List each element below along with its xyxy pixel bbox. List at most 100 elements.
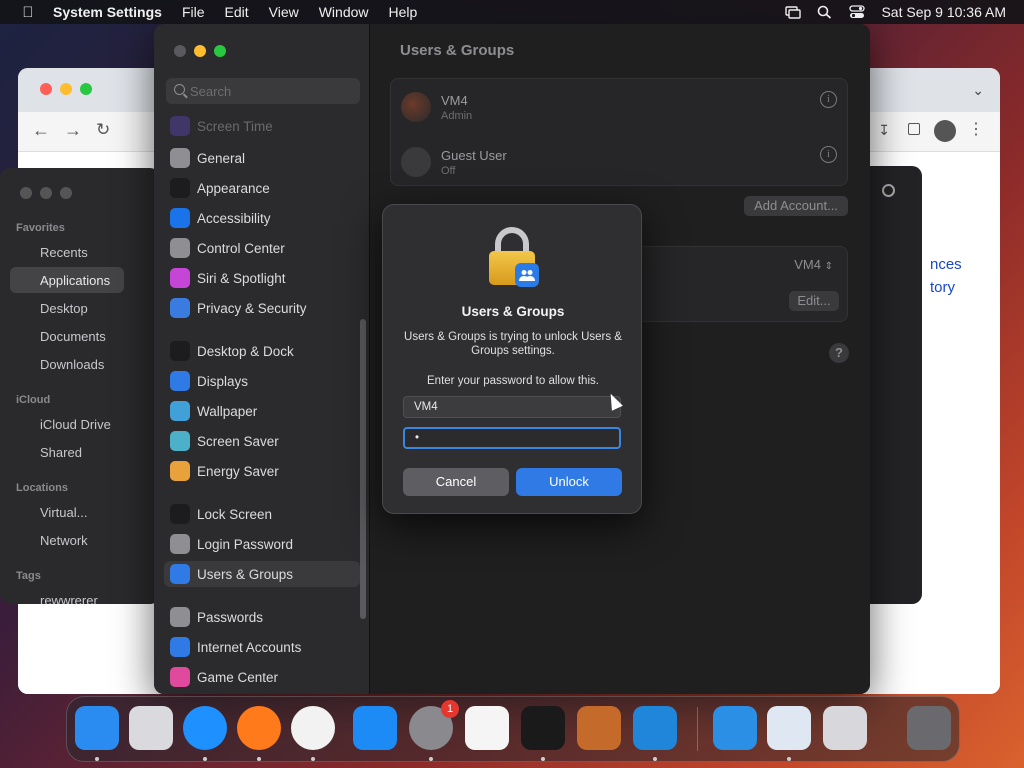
finder-item-shared[interactable]: Shared (40, 445, 82, 460)
dock-running-indicator (653, 757, 657, 761)
apple-menu-icon[interactable]:  (18, 4, 38, 21)
dock-system-settings-icon[interactable]: 1 (409, 700, 459, 750)
dock-installer-icon[interactable] (823, 706, 867, 750)
settings-search-input[interactable]: Search (166, 78, 360, 104)
finder-close-icon[interactable] (20, 187, 32, 199)
general-icon (170, 148, 190, 168)
help-button[interactable]: ? (829, 343, 849, 363)
sidebar-item-passwords[interactable]: Passwords (164, 604, 360, 630)
browser-minimize-icon[interactable] (60, 83, 72, 95)
user-row-guest[interactable]: Guest User Off (401, 142, 507, 182)
menu-view[interactable]: View (259, 4, 309, 20)
finder-item-desktop[interactable]: Desktop (40, 301, 88, 316)
guest-avatar (401, 147, 431, 177)
sidebar-item-energy-saver[interactable]: Energy Saver (164, 458, 360, 484)
dock-chrome-icon[interactable] (291, 706, 335, 750)
browser-link-history[interactable]: tory (930, 279, 955, 296)
menu-app-name[interactable]: System Settings (53, 4, 172, 20)
sidebar-item-label: Accessibility (197, 210, 271, 226)
sidebar-item-wallpaper[interactable]: Wallpaper (164, 398, 360, 424)
dock-textedit-icon[interactable] (465, 706, 509, 750)
menu-edit[interactable]: Edit (215, 4, 259, 20)
sidebar-item-control-center[interactable]: Control Center (164, 235, 360, 261)
cancel-button[interactable]: Cancel (403, 468, 509, 496)
finder-zoom-icon[interactable] (60, 187, 72, 199)
settings-zoom-icon[interactable] (214, 45, 226, 57)
finder-favorites-header: Favorites (16, 222, 65, 234)
dock-finder-icon[interactable] (75, 706, 119, 750)
forward-icon[interactable]: → (64, 120, 82, 141)
sidebar-item-internet-accounts[interactable]: Internet Accounts (164, 634, 360, 660)
browser-close-icon[interactable] (40, 83, 52, 95)
finder-minimize-icon[interactable] (40, 187, 52, 199)
screen-mirroring-icon[interactable] (785, 5, 802, 19)
sidebar-item-lock-screen[interactable]: Lock Screen (164, 501, 360, 527)
sidebar-item-screen-time[interactable]: Screen Time (164, 113, 360, 139)
settings-minimize-icon[interactable] (194, 45, 206, 57)
dock-vs-code-icon[interactable] (633, 706, 677, 750)
dock-app-store-icon[interactable] (353, 706, 397, 750)
user-info-icon[interactable]: i (820, 91, 837, 108)
dock-weather-icon[interactable] (713, 706, 757, 750)
menu-window[interactable]: Window (309, 4, 379, 20)
dock-virtualbox-icon[interactable] (767, 706, 811, 750)
auto-login-select[interactable]: VM4 ⇕ (794, 257, 833, 272)
browser-link-preferences[interactable]: nces (930, 256, 962, 273)
sidebar-item-siri-spotlight[interactable]: Siri & Spotlight (164, 265, 360, 291)
settings-close-icon[interactable] (174, 45, 186, 57)
control-center-icon (170, 238, 190, 258)
finder-item-documents[interactable]: Documents (40, 329, 106, 344)
dock-launchpad-icon[interactable] (129, 706, 173, 750)
sidebar-item-appearance[interactable]: Appearance (164, 175, 360, 201)
dock-garageband-icon[interactable] (577, 706, 621, 750)
menubar-clock[interactable]: Sat Sep 9 10:36 AM (881, 4, 1006, 20)
sidebar-item-displays[interactable]: Displays (164, 368, 360, 394)
sidebar-item-desktop-dock[interactable]: Desktop & Dock (164, 338, 360, 364)
tab-search-chevron-icon[interactable]: ⌄ (972, 82, 984, 99)
browser-menu-icon[interactable]: ⋮ (968, 119, 984, 139)
sidebar-item-screen-saver[interactable]: Screen Saver (164, 428, 360, 454)
finder-item-virtual[interactable]: Virtual... (40, 505, 87, 520)
user-row-vm4[interactable]: VM4 Admin (401, 87, 472, 127)
menu-file[interactable]: File (172, 4, 215, 20)
guest-info-icon[interactable]: i (820, 146, 837, 163)
sidebar-item-login-password[interactable]: Login Password (164, 531, 360, 557)
sidebar-item-general[interactable]: General (164, 145, 360, 171)
finder-item-recents[interactable]: Recents (40, 245, 88, 260)
dock-trash-icon[interactable] (907, 706, 951, 750)
finder-item-icloud-drive[interactable]: iCloud Drive (40, 417, 111, 432)
finder-item-network[interactable]: Network (40, 533, 88, 548)
sidebar-item-users-groups[interactable]: Users & Groups (164, 561, 360, 587)
internet-accounts-icon (170, 637, 190, 657)
username-field[interactable]: VM4 (403, 396, 621, 418)
finder-item-downloads[interactable]: Downloads (40, 357, 104, 372)
side-panel-icon[interactable] (908, 123, 920, 135)
reload-icon[interactable]: ↻ (96, 120, 110, 140)
spotlight-search-icon[interactable] (817, 5, 833, 19)
menu-help[interactable]: Help (379, 4, 428, 20)
sidebar-item-accessibility[interactable]: Accessibility (164, 205, 360, 231)
download-icon[interactable]: ↧ (878, 122, 890, 139)
dialog-message: Users & Groups is trying to unlock Users… (404, 331, 622, 357)
sidebar-item-game-center[interactable]: Game Center (164, 664, 360, 690)
stepper-chevron-icon: ⇕ (824, 261, 833, 272)
add-account-button[interactable]: Add Account... (744, 196, 848, 216)
sidebar-scrollbar[interactable] (360, 319, 366, 619)
sidebar-item-privacy-security[interactable]: Privacy & Security (164, 295, 360, 321)
dock-terminal-icon[interactable] (521, 706, 565, 750)
password-field[interactable]: • (403, 427, 621, 449)
finder-item-tag[interactable]: rewwrerer (40, 593, 98, 604)
browser-zoom-icon[interactable] (80, 83, 92, 95)
dock-safari-icon[interactable] (183, 706, 227, 750)
dock-firefox-icon[interactable] (237, 706, 281, 750)
back-icon[interactable]: ← (32, 120, 50, 141)
passwords-icon (170, 607, 190, 627)
profile-avatar-icon[interactable] (934, 120, 956, 142)
finder-item-applications[interactable]: Applications (40, 273, 110, 288)
unlock-button[interactable]: Unlock (516, 468, 622, 496)
edit-button[interactable]: Edit... (789, 291, 839, 311)
dock-running-indicator (311, 757, 315, 761)
finder-search-icon[interactable] (882, 184, 895, 197)
finder-toolbar-fragment (868, 166, 922, 604)
control-center-icon[interactable] (849, 5, 866, 19)
